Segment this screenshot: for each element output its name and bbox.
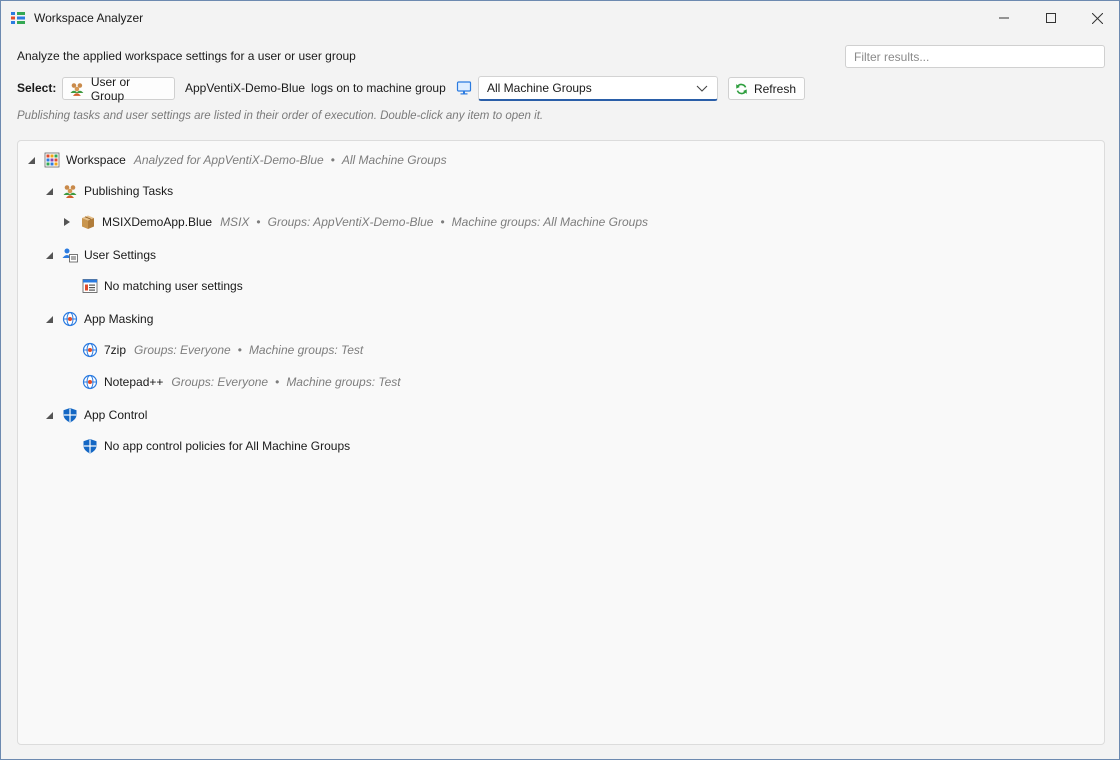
workspace-analyzer-window: Workspace Analyzer Analyze the applied w…: [0, 0, 1120, 760]
7zip-groups: Groups: Everyone: [134, 343, 231, 357]
collapse-triangle-icon[interactable]: [44, 314, 54, 324]
close-button[interactable]: [1074, 1, 1120, 35]
workspace-analyzed-for: Analyzed for AppVentiX-Demo-Blue: [133, 153, 324, 167]
collapse-triangle-icon[interactable]: [44, 186, 54, 196]
minimize-icon: [999, 17, 1009, 19]
tree-label-app-masking: App Masking: [84, 312, 154, 326]
tree-label-user-settings: User Settings: [84, 248, 157, 262]
refresh-button[interactable]: Refresh: [728, 77, 805, 100]
filter-results-input[interactable]: [845, 45, 1105, 68]
minimize-button[interactable]: [981, 1, 1027, 35]
separator-dot: •: [237, 343, 242, 357]
analyzer-description: Analyze the applied workspace settings f…: [17, 49, 356, 63]
monitor-icon: [456, 81, 472, 95]
collapse-triangle-icon[interactable]: [44, 250, 54, 260]
tree-label-7zip: 7zip: [104, 343, 127, 357]
package-icon: [82, 215, 94, 229]
collapse-triangle-icon[interactable]: [26, 155, 36, 165]
tree-node-notepadpp[interactable]: Notepad++ Groups: Everyone • Machine group…: [82, 372, 401, 392]
msix-machine-groups: Machine groups: All Machine Groups: [451, 215, 648, 229]
machine-group-dropdown[interactable]: All Machine Groups: [478, 76, 718, 101]
refresh-icon: [736, 83, 747, 94]
tree-label-no-user-settings: No matching user settings: [104, 279, 243, 293]
logs-on-text: logs on to machine group: [311, 81, 446, 95]
maximize-button[interactable]: [1028, 1, 1074, 35]
separator-dot: •: [330, 153, 335, 167]
tree-node-7zip[interactable]: 7zip Groups: Everyone • Machine groups: Te…: [82, 340, 363, 360]
settings-panel-icon: [82, 279, 98, 293]
title-bar: Workspace Analyzer: [1, 1, 1119, 35]
workspace-grid-icon: [44, 152, 60, 168]
tree-node-app-control[interactable]: App Control: [44, 405, 147, 425]
tree-label-app-control: App Control: [84, 408, 148, 422]
app-logo-icon: [11, 12, 25, 24]
tree-label-workspace: Workspace: [66, 153, 126, 167]
expand-triangle-icon[interactable]: [62, 217, 72, 227]
tree-meta: Analyzed for AppVentiX-Demo-Blue • All Mac…: [134, 153, 447, 167]
notepadpp-groups: Groups: Everyone: [171, 375, 269, 389]
tree-node-workspace[interactable]: Workspace Analyzed for AppVentiX-Demo-Bl…: [26, 150, 447, 170]
select-label: Select:: [17, 81, 57, 95]
close-icon: [1091, 12, 1103, 24]
tree-label-publishing-tasks: Publishing Tasks: [84, 184, 174, 198]
tree-meta: Groups: Everyone • Machine groups: Test: [171, 375, 400, 389]
tree-node-no-app-control[interactable]: No app control policies for All Machine …: [82, 436, 350, 456]
collapse-triangle-icon[interactable]: [44, 410, 54, 420]
analysis-tree[interactable]: Workspace Analyzed for AppVentiX-Demo-Bl…: [17, 140, 1105, 745]
tree-label-msix-app: MSIXDemoApp.Blue: [102, 215, 213, 229]
maximize-icon: [1046, 13, 1056, 23]
workspace-machine-group: All Machine Groups: [341, 153, 447, 167]
refresh-label: Refresh: [753, 81, 796, 96]
shield-icon: [63, 408, 77, 423]
tree-label-notepadpp: Notepad++: [104, 375, 164, 389]
user-settings-icon: [62, 248, 78, 263]
notepadpp-machine-groups: Machine groups: Test: [286, 375, 401, 389]
tree-node-user-settings[interactable]: User Settings: [44, 245, 156, 265]
user-or-group-button[interactable]: User or Group: [62, 74, 175, 103]
tree-node-publishing-tasks[interactable]: Publishing Tasks: [44, 181, 173, 201]
7zip-machine-groups: Machine groups: Test: [248, 343, 364, 357]
tree-node-no-user-settings[interactable]: No matching user settings: [82, 276, 243, 296]
tree-node-msix-app[interactable]: MSIXDemoApp.Blue MSIX • Groups: AppVentiX-…: [62, 212, 648, 232]
machine-group-value: All Machine Groups: [487, 81, 592, 95]
chevron-down-icon: [696, 85, 708, 92]
user-group-icon: [63, 185, 77, 198]
window-title: Workspace Analyzer: [34, 11, 144, 25]
separator-dot: •: [275, 375, 280, 389]
globe-icon: [82, 374, 98, 390]
separator-dot: •: [256, 215, 261, 229]
execution-order-hint: Publishing tasks and user settings are l…: [17, 110, 544, 122]
tree-node-app-masking[interactable]: App Masking: [44, 309, 153, 329]
separator-dot: •: [440, 215, 445, 229]
tree-meta: MSIX • Groups: AppVentiX-Demo-Blue • Machine…: [220, 215, 648, 229]
tree-label-no-app-control: No app control policies for All Machine …: [104, 439, 351, 453]
shield-icon: [83, 439, 97, 454]
msix-groups: Groups: AppVentiX-Demo-Blue: [267, 215, 434, 229]
globe-icon: [82, 342, 98, 358]
globe-icon: [62, 311, 78, 327]
user-group-icon: [70, 82, 84, 96]
tree-meta: Groups: Everyone • Machine groups: Test: [134, 343, 363, 357]
selected-user: AppVentiX-Demo-Blue: [185, 81, 306, 95]
user-or-group-label: User or Group: [90, 74, 131, 103]
msix-type: MSIX: [220, 215, 250, 229]
